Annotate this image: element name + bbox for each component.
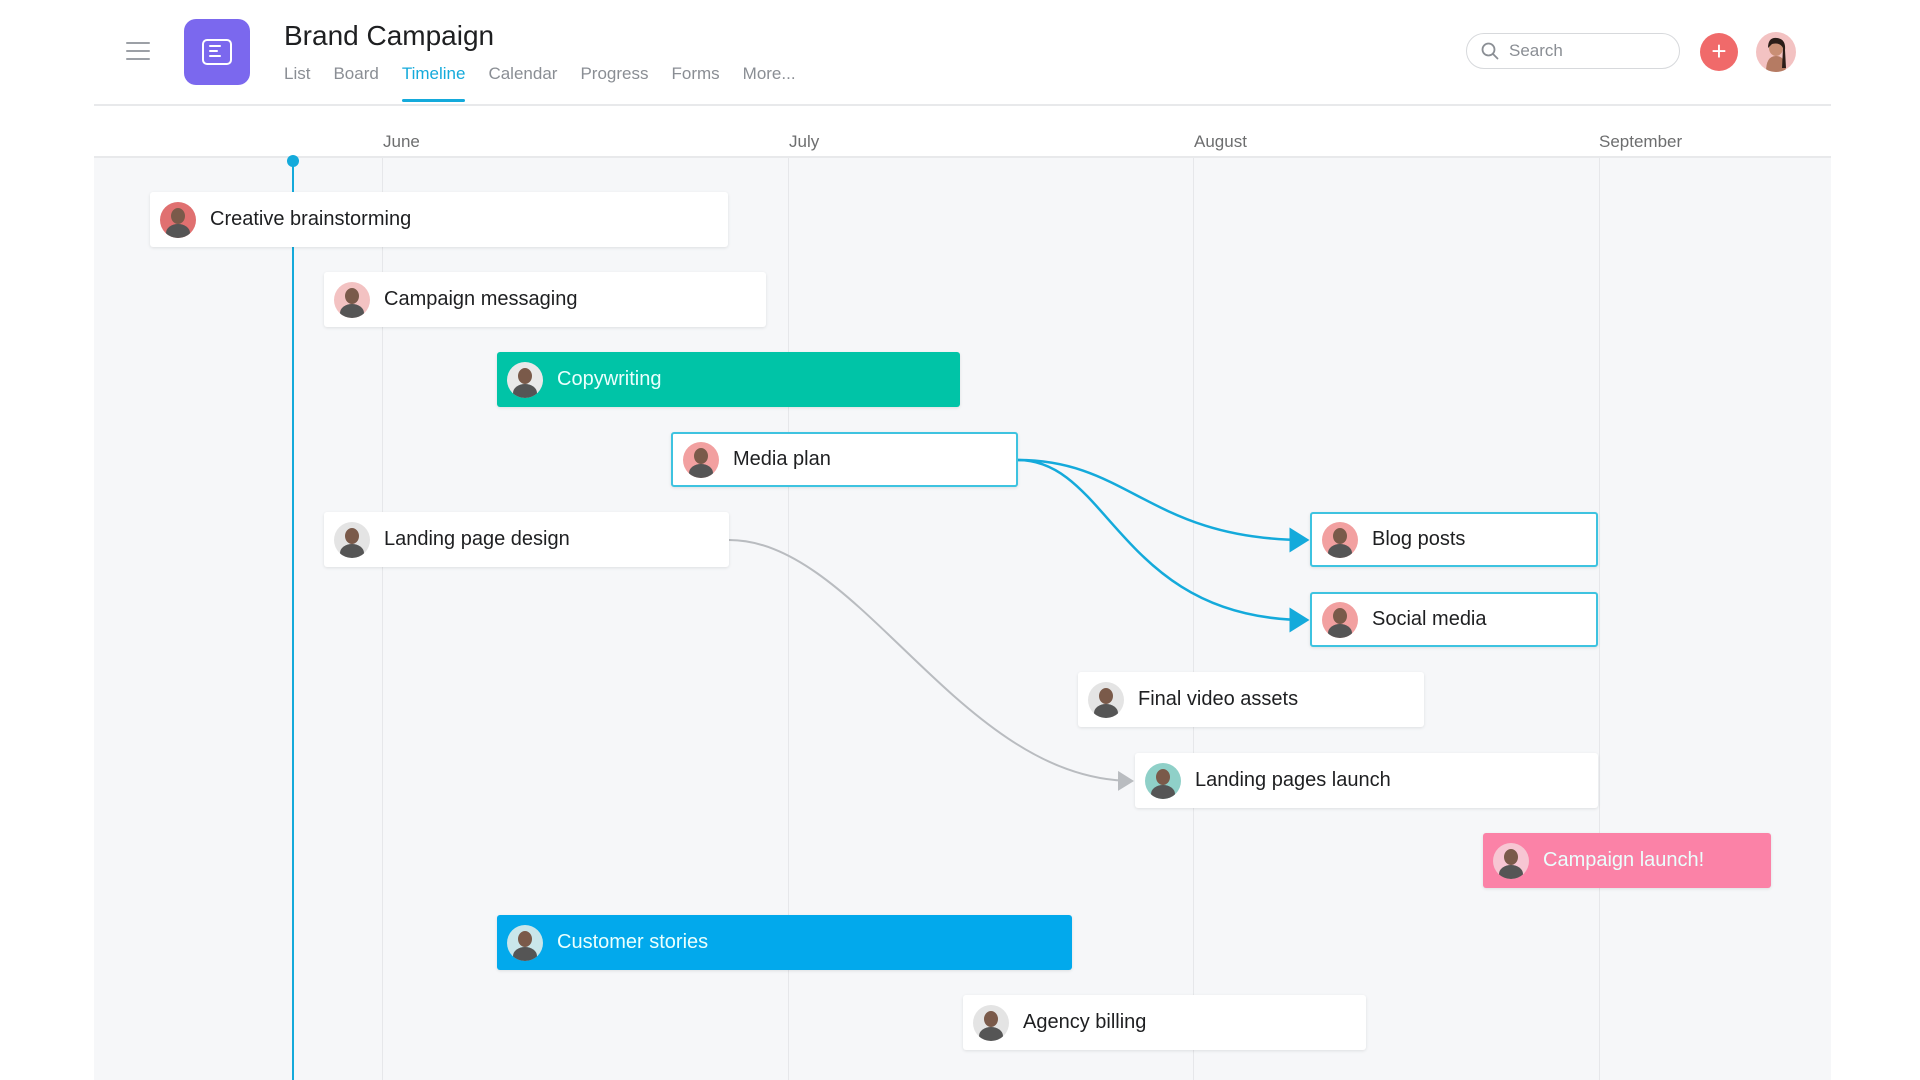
project-icon	[184, 19, 250, 85]
task-label: Landing page design	[384, 528, 570, 550]
assignee-avatar	[1493, 842, 1529, 879]
month-label: September	[1599, 132, 1683, 151]
task-label: Creative brainstorming	[210, 208, 412, 230]
task-bar-landingdesign[interactable]: Landing page design	[324, 512, 729, 567]
assignee-avatar	[1322, 521, 1358, 558]
list-icon-line	[209, 45, 221, 47]
add-button[interactable]: +	[1700, 33, 1738, 71]
task-bar-landinglaunch[interactable]: Landing pages launch	[1135, 753, 1598, 808]
list-icon	[202, 39, 232, 65]
task-label: Agency billing	[1023, 1011, 1147, 1033]
task-bar-billing[interactable]: Agency billing	[963, 995, 1366, 1050]
month-label: July	[789, 132, 820, 151]
search-input[interactable]	[1507, 40, 1671, 62]
hamburger-menu-button[interactable]	[126, 42, 150, 62]
task-label: Landing pages launch	[1195, 769, 1391, 791]
tab-forms[interactable]: Forms	[671, 64, 719, 102]
tab-more[interactable]: More...	[743, 64, 796, 102]
hamburger-icon	[126, 42, 150, 44]
hamburger-icon-line	[126, 50, 150, 52]
assignee-avatar	[973, 1004, 1009, 1041]
hamburger-icon-line	[126, 58, 150, 60]
user-avatar[interactable]	[1756, 32, 1796, 72]
assignee-avatar	[1322, 601, 1358, 638]
tab-list[interactable]: List	[284, 64, 310, 102]
assignee-avatar	[160, 201, 196, 238]
tab-progress[interactable]: Progress	[580, 64, 648, 102]
today-marker-dot	[287, 155, 299, 167]
month-gridline	[1599, 158, 1600, 1080]
task-bar-mediaplan[interactable]: Media plan	[671, 432, 1018, 487]
task-bar-creative[interactable]: Creative brainstorming	[150, 192, 728, 247]
avatar-portrait-icon	[1766, 37, 1786, 72]
project-title: Brand Campaign	[284, 20, 495, 51]
month-label: August	[1194, 132, 1247, 151]
assignee-avatar	[1088, 681, 1124, 718]
month-header: June July August September	[94, 106, 1831, 158]
task-label: Copywriting	[557, 368, 662, 390]
task-bar-launch[interactable]: Campaign launch!	[1483, 833, 1771, 888]
tab-timeline[interactable]: Timeline	[401, 64, 465, 102]
task-label: Campaign messaging	[384, 288, 578, 310]
assignee-avatar	[507, 924, 543, 961]
today-marker-line	[292, 160, 294, 1080]
task-label: Campaign launch!	[1543, 849, 1705, 871]
task-label: Final video assets	[1138, 688, 1299, 710]
month-gridline	[1193, 158, 1194, 1080]
list-icon-line	[209, 50, 218, 52]
tab-calendar[interactable]: Calendar	[488, 64, 557, 102]
task-bar-video[interactable]: Final video assets	[1078, 672, 1424, 727]
task-bar-copywriting[interactable]: Copywriting	[497, 352, 960, 407]
view-tabs: List Board Timeline Calendar Progress Fo…	[284, 64, 819, 102]
search-icon	[1481, 42, 1499, 60]
assignee-avatar	[683, 441, 719, 478]
task-label: Customer stories	[557, 931, 709, 953]
task-label: Social media	[1372, 608, 1487, 630]
assignee-avatar	[507, 361, 543, 398]
search-box[interactable]	[1466, 33, 1680, 69]
task-bar-stories[interactable]: Customer stories	[497, 915, 1072, 970]
task-label: Blog posts	[1372, 528, 1466, 550]
task-bar-social[interactable]: Social media	[1310, 592, 1598, 647]
list-icon-line	[209, 55, 221, 57]
assignee-avatar	[334, 521, 370, 558]
task-bar-messaging[interactable]: Campaign messaging	[324, 272, 766, 327]
assignee-avatar	[1145, 762, 1181, 799]
tab-board[interactable]: Board	[333, 64, 378, 102]
task-label: Media plan	[733, 448, 831, 470]
assignee-avatar	[334, 281, 370, 318]
month-label: June	[383, 132, 420, 151]
task-bar-blog[interactable]: Blog posts	[1310, 512, 1598, 567]
